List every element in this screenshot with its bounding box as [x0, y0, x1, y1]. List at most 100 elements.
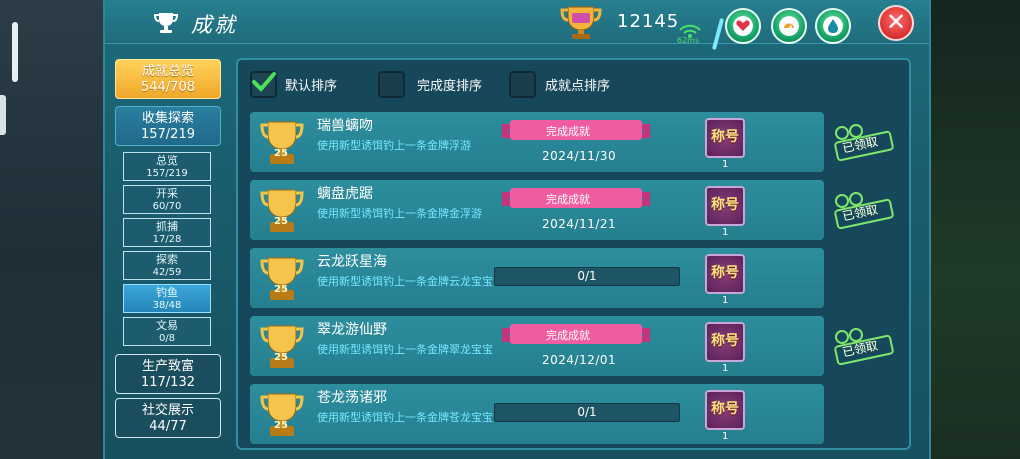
sort-completion-checkbox[interactable] [378, 71, 405, 98]
badge-count: 1 [722, 227, 729, 238]
sidebar-item-overview[interactable]: 成就总览 544/708 [115, 59, 221, 99]
badge-label: 称号 [711, 401, 739, 417]
achievement-points: 25 [274, 352, 288, 363]
sidebar-subitem-count: 0/8 [158, 333, 176, 344]
badge-label: 称号 [711, 333, 739, 349]
achievement-list-panel: 默认排序 完成度排序 成就点排序 25 瑞兽螭吻 使用新型诱饵钓上一条金牌浮游 … [236, 58, 911, 450]
sidebar-item-production[interactable]: 生产致富 117/132 [115, 354, 221, 394]
achievement-title: 翠龙游仙野 [317, 322, 387, 338]
sort-points-label: 成就点排序 [545, 79, 611, 94]
edge-handle[interactable] [12, 22, 18, 82]
sidebar-subitem-count: 157/219 [146, 168, 188, 179]
progress-text: 0/1 [577, 405, 597, 419]
achievement-status: 完成成就 [546, 193, 590, 206]
sidebar-item-count: 157/219 [140, 127, 195, 142]
achievement-title: 螭盘虎踞 [317, 186, 373, 202]
page-title: 成就 [191, 13, 237, 37]
stat-gauge [711, 18, 725, 50]
sidebar-subitem-fishing[interactable]: 钓鱼 38/48 [123, 284, 211, 313]
sidebar-subitem-label: 总览 [156, 154, 178, 167]
badge-label: 称号 [711, 129, 739, 145]
sidebar-subitem-label: 抓捕 [156, 220, 178, 233]
sidebar-subitem-count: 38/48 [152, 300, 182, 311]
achievement-row[interactable]: 25 云龙跃星海 使用新型诱饵钓上一条金牌云龙宝宝 0/1 称号 1 [250, 248, 824, 308]
achievement-date: 2024/12/01 [542, 353, 617, 367]
sort-default-label: 默认排序 [285, 79, 338, 94]
sort-default-checkbox[interactable] [250, 71, 277, 98]
badge-count: 1 [722, 159, 729, 170]
sidebar-subitem-label: 文易 [156, 319, 178, 332]
sidebar-subitem-count: 60/70 [152, 201, 182, 212]
sidebar-item-count: 544/708 [140, 80, 195, 95]
claimed-stamp: 已领取 [828, 325, 894, 365]
achievement-description: 使用新型诱饵钓上一条金牌翠龙宝宝 [317, 343, 493, 356]
sidebar-subitem-label: 开采 [156, 187, 178, 200]
badge-count: 1 [722, 295, 729, 306]
title-badge[interactable]: 称号 [705, 322, 745, 362]
progress-bar: 0/1 [494, 267, 680, 286]
achievement-description: 使用新型诱饵钓上一条金牌浮游 [317, 139, 471, 152]
achievement-description: 使用新型诱饵钓上一条金牌苍龙宝宝 [317, 411, 493, 424]
achievement-date: 2024/11/30 [542, 149, 617, 163]
achievement-status: 完成成就 [546, 329, 590, 342]
checkmark-icon [252, 72, 276, 92]
sidebar-subitem-capture[interactable]: 抓捕 17/28 [123, 218, 211, 247]
badge-label: 称号 [711, 265, 739, 281]
achievement-description: 使用新型诱饵钓上一条金牌金浮游 [317, 207, 482, 220]
achievement-status: 完成成就 [546, 125, 590, 138]
title-badge[interactable]: 称号 [705, 254, 745, 294]
achievement-row[interactable]: 25 翠龙游仙野 使用新型诱饵钓上一条金牌翠龙宝宝 完成成就 2024/12/0… [250, 316, 824, 376]
achievement-title: 云龙跃星海 [317, 254, 387, 270]
sort-completion-label: 完成度排序 [417, 79, 483, 94]
progress-text: 0/1 [577, 269, 597, 283]
sidebar-subitem-trade[interactable]: 文易 0/8 [123, 317, 211, 346]
sidebar-item-label: 成就总览 [141, 64, 194, 79]
heart-icon [733, 16, 753, 36]
sort-points-checkbox[interactable] [509, 71, 536, 98]
achievement-description: 使用新型诱饵钓上一条金牌云龙宝宝 [317, 275, 493, 288]
water-drop-icon [823, 16, 843, 36]
edge-notch [0, 95, 6, 135]
achievement-row[interactable]: 25 螭盘虎踞 使用新型诱饵钓上一条金牌金浮游 完成成就 2024/11/21 … [250, 180, 824, 240]
badge-count: 1 [722, 431, 729, 442]
sidebar-item-count: 117/132 [140, 375, 195, 390]
achievement-row[interactable]: 25 苍龙荡诸邪 使用新型诱饵钓上一条金牌苍龙宝宝 0/1 称号 1 [250, 384, 824, 444]
achievement-row[interactable]: 25 瑞兽螭吻 使用新型诱饵钓上一条金牌浮游 完成成就 2024/11/30 称… [250, 112, 824, 172]
achievement-points: 25 [274, 148, 288, 159]
sidebar-subitem-count: 42/59 [152, 267, 182, 278]
trophy-icon [153, 13, 179, 33]
achievement-points: 12145 [617, 11, 680, 32]
sidebar-item-count: 44/77 [149, 419, 187, 434]
achievement-panel: 成就 12145 62ms ✕ 成就总览 544/708 收集探索 157/21… [103, 0, 931, 459]
badge-label: 称号 [711, 197, 739, 213]
water-button[interactable] [815, 8, 851, 44]
sidebar-item-label: 收集探索 [141, 111, 194, 126]
sidebar-item-label: 生产致富 [141, 359, 194, 374]
close-button[interactable]: ✕ [878, 5, 914, 41]
food-icon [779, 16, 799, 36]
sidebar-item-label: 社交展示 [141, 403, 194, 418]
title-badge[interactable]: 称号 [705, 390, 745, 430]
sidebar-subitem-label: 钓鱼 [156, 286, 178, 299]
sidebar-subitem-mining[interactable]: 开采 60/70 [123, 185, 211, 214]
points-cup-icon [560, 6, 602, 39]
achievement-points: 25 [274, 216, 288, 227]
claimed-stamp: 已领取 [828, 121, 894, 161]
claimed-stamp: 已领取 [828, 189, 894, 229]
header-bar: 成就 12145 62ms ✕ [105, 0, 929, 50]
title-badge[interactable]: 称号 [705, 186, 745, 226]
title-badge[interactable]: 称号 [705, 118, 745, 158]
sidebar-subitem-summary[interactable]: 总览 157/219 [123, 152, 211, 181]
health-button[interactable] [725, 8, 761, 44]
achievement-title: 苍龙荡诸邪 [317, 390, 387, 406]
sidebar-item-collect-explore[interactable]: 收集探索 157/219 [115, 106, 221, 146]
sidebar-item-social[interactable]: 社交展示 44/77 [115, 398, 221, 438]
sidebar-subitem-explore[interactable]: 探索 42/59 [123, 251, 211, 280]
achievement-date: 2024/11/21 [542, 217, 617, 231]
sidebar-subitem-label: 探索 [156, 253, 178, 266]
sidebar-subitem-count: 17/28 [152, 234, 182, 245]
progress-bar: 0/1 [494, 403, 680, 422]
ping-readout: 62ms [677, 36, 700, 45]
badge-count: 1 [722, 363, 729, 374]
hunger-button[interactable] [771, 8, 807, 44]
